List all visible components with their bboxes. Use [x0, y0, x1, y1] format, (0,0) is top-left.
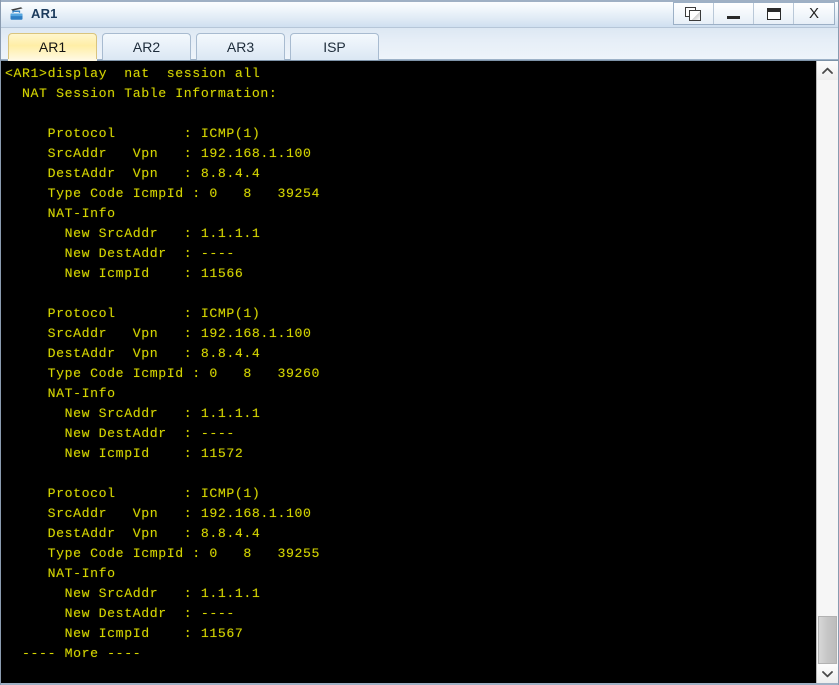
- maximize-button[interactable]: [754, 3, 794, 24]
- maximize-icon: [766, 7, 781, 20]
- restore-icon: [685, 6, 702, 21]
- console-scrollbar[interactable]: [816, 61, 838, 683]
- scroll-up-button[interactable]: [817, 61, 838, 80]
- tab-ar3[interactable]: AR3: [196, 33, 285, 60]
- scrollbar-thumb[interactable]: [818, 616, 837, 664]
- window-titlebar: AR1 X: [1, 0, 838, 28]
- close-icon: X: [808, 5, 819, 22]
- tab-ar1-label: AR1: [38, 39, 67, 55]
- router-cli-window: AR1 X AR1 AR2 AR3 ISP <AR1>display nat s…: [0, 0, 839, 685]
- router-icon: [8, 5, 26, 23]
- device-tabbar: AR1 AR2 AR3 ISP: [1, 28, 838, 61]
- restore-down-button[interactable]: [674, 3, 714, 24]
- minimize-icon: [727, 15, 740, 19]
- close-button[interactable]: X: [794, 3, 834, 24]
- tab-ar2-label: AR2: [132, 39, 161, 55]
- console-area: <AR1>display nat session all NAT Session…: [1, 60, 838, 683]
- tab-isp[interactable]: ISP: [290, 33, 379, 60]
- tab-ar1[interactable]: AR1: [8, 33, 97, 61]
- terminal-output[interactable]: <AR1>display nat session all NAT Session…: [1, 61, 816, 683]
- minimize-button[interactable]: [714, 3, 754, 24]
- terminal-text: <AR1>display nat session all NAT Session…: [5, 66, 321, 661]
- chevron-up-icon: [822, 67, 833, 74]
- window-controls: X: [673, 2, 835, 25]
- scroll-down-button[interactable]: [817, 664, 838, 683]
- tab-ar2[interactable]: AR2: [102, 33, 191, 60]
- tab-ar3-label: AR3: [226, 39, 255, 55]
- scrollbar-track[interactable]: [817, 80, 838, 664]
- window-title: AR1: [31, 5, 58, 21]
- tab-isp-label: ISP: [323, 39, 346, 55]
- chevron-down-icon: [822, 670, 833, 677]
